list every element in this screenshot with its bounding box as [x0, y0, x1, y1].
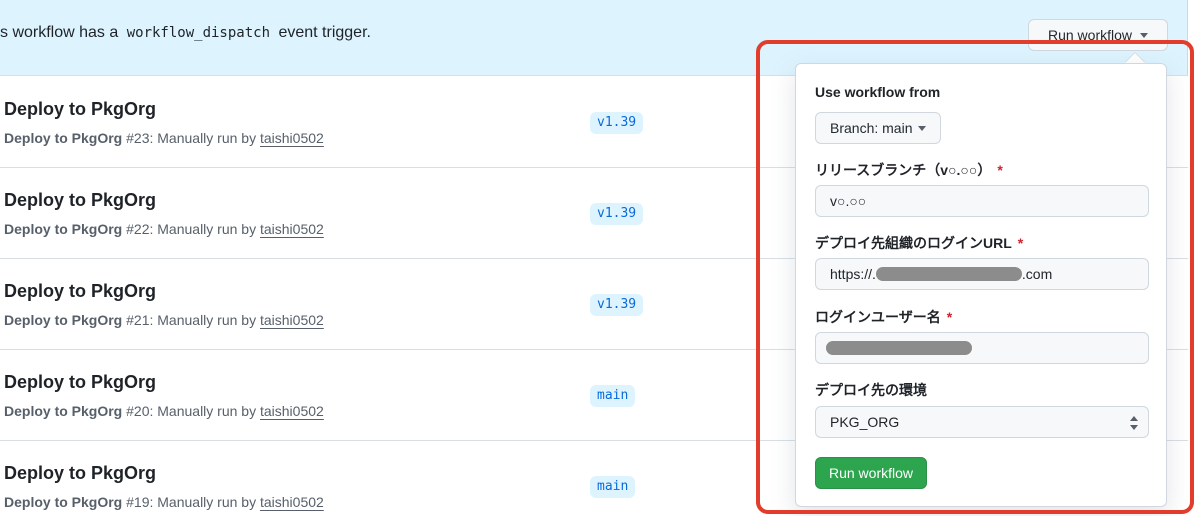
run-trigger-text: : Manually run by: [149, 130, 257, 146]
login-url-input[interactable]: https://. .com: [815, 258, 1149, 290]
run-trigger-text: : Manually run by: [149, 221, 257, 237]
login-username-input[interactable]: [815, 332, 1149, 364]
release-branch-label: リリースブランチ（v○.○○） *: [815, 160, 1003, 180]
run-meta: Deploy to PkgOrg #23: Manually run by ta…: [4, 130, 324, 146]
run-meta: Deploy to PkgOrg #19: Manually run by ta…: [4, 494, 324, 510]
banner-text-suffix: event trigger.: [278, 24, 371, 41]
banner-text-prefix: s workflow has a: [0, 24, 119, 41]
required-asterisk: *: [946, 309, 953, 325]
run-workflow-submit-label: Run workflow: [828, 465, 914, 481]
run-trigger-text: : Manually run by: [149, 312, 257, 328]
run-trigger-text: : Manually run by: [149, 403, 257, 419]
login-username-label: ログインユーザー名 *: [815, 307, 952, 327]
run-workflow-button-label: Run workflow: [1047, 27, 1133, 43]
release-branch-label-text: リリースブランチ（v○.○○）: [815, 162, 992, 178]
run-title[interactable]: Deploy to PkgOrg: [4, 281, 156, 302]
login-url-value-suffix: .com: [1021, 266, 1053, 282]
run-workflow-name: Deploy to PkgOrg: [4, 221, 123, 237]
run-number: #23: [126, 130, 150, 146]
banner-code: workflow_dispatch: [126, 25, 271, 41]
deploy-env-select[interactable]: PKG_ORG: [815, 406, 1149, 438]
popover-arrow: [1125, 53, 1145, 63]
run-actor-link[interactable]: taishi0502: [260, 221, 324, 237]
run-workflow-submit-button[interactable]: Run workflow: [815, 457, 927, 489]
login-url-label: デプロイ先組織のログインURL *: [815, 233, 1023, 253]
branch-tag[interactable]: main: [590, 476, 636, 498]
run-title[interactable]: Deploy to PkgOrg: [4, 99, 156, 120]
run-title[interactable]: Deploy to PkgOrg: [4, 372, 156, 393]
branch-tag[interactable]: v1.39: [590, 294, 644, 316]
run-workflow-name: Deploy to PkgOrg: [4, 312, 123, 328]
popover-heading: Use workflow from: [815, 84, 941, 100]
run-workflow-name: Deploy to PkgOrg: [4, 403, 123, 419]
caret-down-icon: [918, 125, 927, 131]
run-actor-link[interactable]: taishi0502: [260, 403, 324, 419]
run-actor-link[interactable]: taishi0502: [260, 494, 324, 510]
banner-message: s workflow has a workflow_dispatch event…: [0, 24, 371, 42]
login-url-label-text: デプロイ先組織のログインURL: [815, 235, 1012, 251]
branch-select-label: Branch: main: [830, 120, 913, 136]
caret-down-icon: [1140, 32, 1149, 38]
run-actor-link[interactable]: taishi0502: [260, 130, 324, 146]
required-asterisk: *: [1017, 235, 1024, 251]
redacted-text: [826, 341, 972, 355]
branch-select-button[interactable]: Branch: main: [815, 112, 942, 144]
run-number: #20: [126, 403, 150, 419]
required-asterisk: *: [997, 162, 1003, 178]
login-url-value-prefix: https://.: [830, 266, 876, 282]
select-arrows-icon: [1130, 416, 1138, 430]
run-workflow-name: Deploy to PkgOrg: [4, 130, 123, 146]
branch-tag[interactable]: main: [590, 385, 636, 407]
run-number: #19: [126, 494, 150, 510]
release-branch-input[interactable]: v○.○○: [815, 185, 1149, 217]
deploy-env-value: PKG_ORG: [830, 414, 900, 430]
run-trigger-text: : Manually run by: [149, 494, 257, 510]
run-workflow-popover: Use workflow from Branch: main リリースブランチ（…: [795, 63, 1167, 507]
run-number: #21: [126, 312, 150, 328]
run-title[interactable]: Deploy to PkgOrg: [4, 463, 156, 484]
run-meta: Deploy to PkgOrg #20: Manually run by ta…: [4, 403, 324, 419]
branch-tag[interactable]: v1.39: [590, 203, 644, 225]
run-actor-link[interactable]: taishi0502: [260, 312, 324, 328]
deploy-env-label-text: デプロイ先の環境: [815, 382, 927, 398]
branch-tag[interactable]: v1.39: [590, 112, 644, 134]
run-meta: Deploy to PkgOrg #21: Manually run by ta…: [4, 312, 324, 328]
run-number: #22: [126, 221, 150, 237]
run-title[interactable]: Deploy to PkgOrg: [4, 190, 156, 211]
release-branch-value: v○.○○: [830, 193, 867, 209]
run-workflow-button[interactable]: Run workflow: [1028, 19, 1168, 51]
deploy-env-label: デプロイ先の環境: [815, 380, 927, 400]
run-meta: Deploy to PkgOrg #22: Manually run by ta…: [4, 221, 324, 237]
run-workflow-name: Deploy to PkgOrg: [4, 494, 123, 510]
redacted-text: [875, 267, 1022, 281]
login-username-label-text: ログインユーザー名: [815, 309, 941, 325]
